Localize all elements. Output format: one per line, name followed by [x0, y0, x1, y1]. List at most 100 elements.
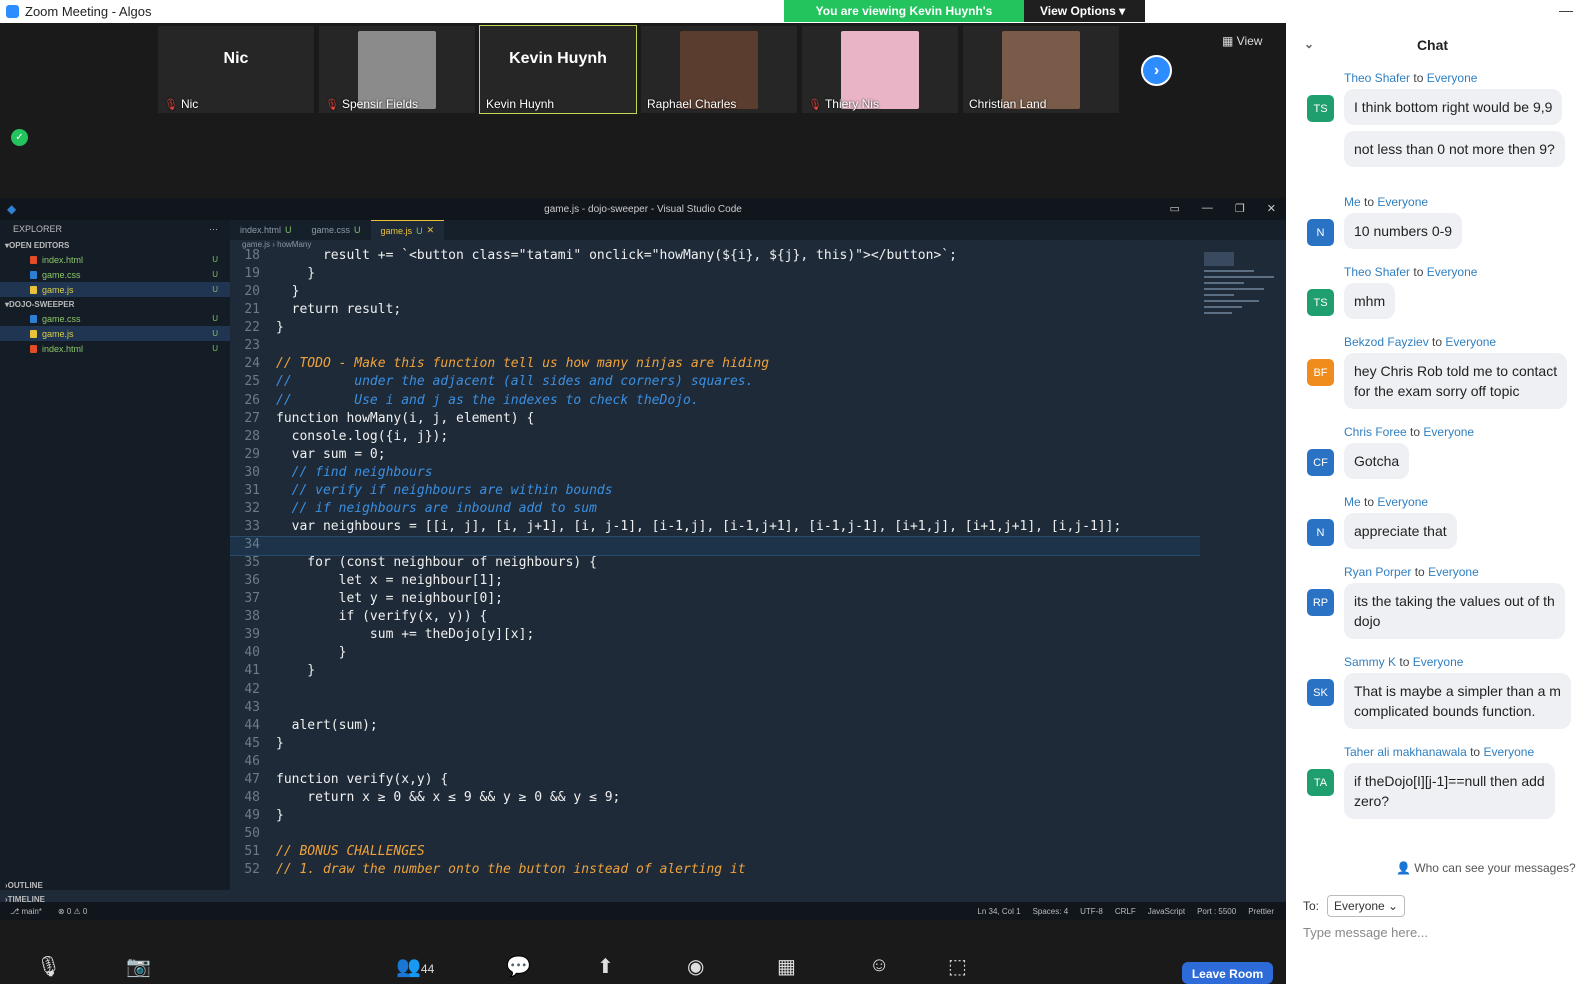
minimize-icon[interactable]: —: [1559, 2, 1573, 18]
shield-icon[interactable]: ✓: [11, 129, 28, 146]
chat-header: ⌄ Chat: [1286, 23, 1579, 67]
leave-room-button[interactable]: Leave Room: [1182, 962, 1273, 984]
zoom-toolbar: 🎙 📷 👥44 💬 ⬆ ◉ ▦ ☺ ⬚ Leave Room: [0, 920, 1286, 984]
editor-tab[interactable]: game.css U: [302, 220, 371, 240]
whiteboard-icon[interactable]: ⬚: [948, 954, 967, 979]
recipient-select[interactable]: Everyone ⌄: [1327, 895, 1406, 917]
minimize-icon[interactable]: —: [1202, 202, 1213, 215]
project-section[interactable]: ▾ DOJO-SWEEPER: [0, 297, 230, 311]
file-item[interactable]: game.css U: [0, 267, 230, 282]
open-editors-section[interactable]: ▾ OPEN EDITORS: [0, 238, 230, 252]
code-line: 28 console.log({i, j});: [244, 428, 449, 444]
avatar: TA: [1307, 769, 1334, 796]
file-item[interactable]: game.js U: [0, 282, 230, 297]
reactions-icon[interactable]: ☺: [869, 954, 889, 977]
more-icon[interactable]: ···: [209, 224, 218, 234]
problems-indicator[interactable]: ⊗ 0 ⚠ 0: [58, 907, 87, 916]
participant-tile[interactable]: Raphael Charles: [641, 26, 797, 113]
eol[interactable]: CRLF: [1115, 907, 1136, 916]
branch-indicator[interactable]: ⎇ main*: [10, 907, 42, 916]
cursor-position[interactable]: Ln 34, Col 1: [977, 907, 1020, 916]
sender-line: Bekzod Fayziev to Everyone: [1344, 335, 1497, 349]
code-line: 33 var neighbours = [[i, j], [i, j+1], […: [244, 518, 1122, 534]
code-editor: index.html Ugame.css Ugame.js U ✕ game.js › …: [230, 220, 1286, 890]
chat-icon[interactable]: 💬: [506, 954, 531, 979]
who-can-see-link[interactable]: 👤 Who can see your messages?: [1396, 861, 1576, 875]
microphone-muted-icon[interactable]: 🎙: [36, 954, 61, 979]
css-file-icon: [30, 270, 37, 279]
minimap[interactable]: [1200, 252, 1280, 352]
explorer-sidebar: EXPLORER ··· ▾ OPEN EDITORS index.html Uga…: [0, 220, 230, 904]
participant-tile[interactable]: Nic 🎙 Nic: [158, 26, 314, 113]
code-line: 35 for (const neighbour of neighbours) {: [244, 555, 597, 571]
share-screen-icon[interactable]: ⬆: [597, 954, 614, 979]
message-bubble: That is maybe a simpler than a m complica…: [1344, 673, 1571, 729]
code-line: 32 // if neighbours are inbound add to s…: [244, 500, 597, 516]
message-bubble: if theDojo[I][j-1]==null then add zero?: [1344, 763, 1555, 819]
avatar: TS: [1307, 289, 1334, 316]
record-icon[interactable]: ◉: [687, 954, 704, 979]
participant-tile[interactable]: 🎙 Spensir Fields: [319, 26, 475, 113]
close-icon[interactable]: ✕: [1267, 202, 1276, 215]
code-area[interactable]: 18 result += `<button class="tatami" onc…: [230, 248, 1200, 888]
chat-input[interactable]: Type message here...: [1303, 925, 1428, 940]
file-item[interactable]: index.html U: [0, 252, 230, 267]
code-line: 46: [244, 753, 260, 769]
file-item[interactable]: index.html U: [0, 341, 230, 356]
participant-tile[interactable]: Christian Land: [963, 26, 1119, 113]
indent-setting[interactable]: Spaces: 4: [1033, 907, 1069, 916]
participant-label: 🎙 Nic: [164, 97, 199, 111]
sender-line: Sammy K to Everyone: [1344, 655, 1464, 669]
avatar: CF: [1307, 449, 1334, 476]
code-line: 31 // verify if neighbours are within bo…: [244, 482, 613, 498]
layout-icon[interactable]: ▭: [1170, 202, 1180, 215]
code-line: 27 function howMany(i, j, element) {: [244, 410, 535, 426]
sender-line: Me to Everyone: [1344, 495, 1429, 509]
mic-off-icon: 🎙: [164, 98, 178, 111]
chevron-down-icon[interactable]: ⌄: [1304, 37, 1314, 51]
avatar: RP: [1307, 589, 1334, 616]
participant-tile[interactable]: 🎙 Thiery Nis: [802, 26, 958, 113]
participant-name-large: Nic: [223, 49, 249, 67]
message-bubble: 10 numbers 0-9: [1344, 213, 1463, 249]
participant-tile[interactable]: Kevin Huynh Kevin Huynh: [479, 25, 637, 114]
participants-icon[interactable]: 👥44: [396, 954, 434, 979]
avatar: BF: [1307, 359, 1334, 386]
apps-icon[interactable]: ▦: [777, 954, 796, 979]
participant-name-large: Kevin Huynh: [509, 49, 607, 67]
code-line: 50: [244, 826, 260, 841]
sender-line: Theo Shafer to Everyone: [1344, 265, 1478, 279]
language-mode[interactable]: JavaScript: [1148, 907, 1185, 916]
outline-section[interactable]: › OUTLINE: [0, 878, 230, 892]
code-line: 29 var sum = 0;: [244, 446, 386, 462]
vscode-titlebar: ◆ game.js - dojo-sweeper - Visual Studio…: [0, 198, 1286, 220]
video-area: Nic 🎙 Nic 🎙 Spensir Fields Kevin Huynh Kevin H…: [0, 23, 1286, 203]
view-button[interactable]: ▦ View: [1222, 34, 1262, 48]
video-off-icon[interactable]: 📷: [126, 954, 151, 979]
avatar: N: [1307, 519, 1334, 546]
editor-tab[interactable]: game.js U ✕: [370, 220, 445, 240]
chat-title: Chat: [1416, 37, 1449, 53]
participant-label: Christian Land: [969, 97, 1047, 111]
next-page-icon[interactable]: ›: [1141, 55, 1172, 86]
message-bubble: appreciate that: [1344, 513, 1457, 549]
editor-tab[interactable]: index.html U: [230, 220, 302, 240]
chat-messages[interactable]: Theo Shafer to Everyone TS I think bottom …: [1286, 67, 1579, 857]
file-item[interactable]: game.css U: [0, 311, 230, 326]
file-item[interactable]: game.js U: [0, 326, 230, 341]
vscode-window-controls: ▭ — ❐ ✕: [1170, 202, 1277, 215]
participant-label: Kevin Huynh: [486, 97, 555, 111]
recipient-row: To: Everyone ⌄: [1303, 895, 1406, 917]
participant-label: 🎙 Thiery Nis: [808, 97, 879, 111]
message-bubble: I think bottom right would be 9,9: [1344, 89, 1563, 125]
code-line: 44 alert(sum);: [244, 717, 378, 733]
avatar: SK: [1307, 679, 1334, 706]
code-line: 37 let y = neighbour[0];: [244, 591, 503, 607]
window-title: Zoom Meeting - Algos: [25, 4, 152, 19]
live-server-port[interactable]: Port : 5500: [1197, 907, 1236, 916]
prettier-status[interactable]: Prettier: [1248, 907, 1274, 916]
restore-icon[interactable]: ❐: [1235, 202, 1245, 215]
encoding[interactable]: UTF-8: [1080, 907, 1103, 916]
close-icon[interactable]: ✕: [427, 225, 435, 236]
view-options-button[interactable]: View Options ▾: [1024, 0, 1145, 22]
